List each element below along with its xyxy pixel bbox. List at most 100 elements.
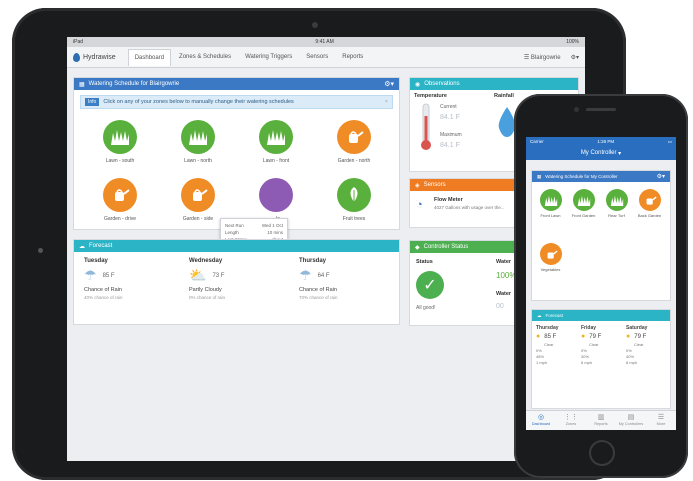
iphone-home-button[interactable]: [589, 440, 615, 466]
popup-key: Next Run: [225, 223, 244, 228]
controller-title-bar[interactable]: My Controller ▾: [526, 146, 676, 160]
iphone-statusbar: Carrier 1:26 PM ▭: [526, 137, 676, 146]
iphone-forecast-panel: ☁ Forecast Thursday ● 85 F Clear 0% 48% …: [531, 309, 671, 409]
forecast-header: ☁ Forecast: [74, 240, 399, 252]
info-alert: Info Click on any of your zones below to…: [80, 95, 393, 109]
grass-icon: [259, 120, 293, 154]
iphone-zone-tile[interactable]: Front Lawn: [537, 189, 564, 218]
status-device: iPad: [73, 39, 84, 45]
popup-row: Length 10 mins: [225, 229, 283, 236]
cloud-icon: ☁: [537, 312, 542, 318]
zone-label: Garden - north: [337, 158, 371, 164]
nav-watering-triggers[interactable]: Watering Triggers: [239, 49, 298, 65]
iphone-forecast-day-name: Friday: [581, 325, 597, 331]
nav-reports[interactable]: Reports: [336, 49, 369, 65]
iphone-zone-tile[interactable]: Vegetables: [537, 243, 564, 272]
carrier: Carrier: [530, 139, 544, 144]
zone-tile[interactable]: Garden - north: [324, 120, 384, 164]
zone-tile[interactable]: Lawn - front: [246, 120, 306, 164]
iphone-speaker: [586, 108, 616, 111]
status-label: Status: [416, 259, 433, 265]
iphone-schedule-title: Watering Schedule for My Controller: [545, 174, 618, 179]
rain-cloud-icon: ☂: [299, 267, 312, 283]
tab-my-controllers[interactable]: ▤ My Controllers: [616, 411, 646, 430]
tab-label: Dashboard: [531, 422, 551, 426]
iphone-zone-tile[interactable]: Front Garden: [570, 189, 597, 218]
schedule-header: ▦ Watering Schedule for Blairgowrie ⚙▾: [74, 78, 399, 90]
tab-reports[interactable]: ▥ Reports: [586, 411, 616, 430]
ipad-side-sensor: [38, 248, 43, 253]
maximum-value: 84.1 F: [440, 142, 460, 149]
tab-label: Reports: [594, 422, 608, 426]
watering-can-icon: [539, 243, 562, 265]
watering-can-icon: [638, 189, 661, 211]
grass-icon: [539, 189, 562, 211]
sun-icon: ●: [626, 333, 631, 340]
status-time: 9:41 AM: [315, 39, 334, 45]
controller-selector[interactable]: ☰ Blairgowrie: [524, 54, 561, 61]
status-value: All good!: [416, 305, 436, 311]
gauge-icon: ◔: [416, 199, 423, 211]
observations-header: ◉ Observations: [410, 78, 578, 90]
zone-tile[interactable]: Garden - drive: [90, 178, 150, 222]
forecast-day: Thursday ☂ 64 F Chance of Rain 70% chanc…: [299, 258, 338, 300]
status-title: Controller Status: [423, 244, 469, 250]
zone-label: Garden - side: [182, 216, 214, 222]
list-icon: ☰: [523, 54, 531, 61]
settings-gear-icon[interactable]: ⚙▾: [571, 54, 579, 61]
zone-tile[interactable]: ...ls: [246, 178, 306, 222]
sensors-title: Sensors: [423, 182, 446, 188]
tab-dashboard[interactable]: ◎ Dashboard: [526, 411, 556, 430]
watering-schedule-panel: ▦ Watering Schedule for Blairgowrie ⚙▾ I…: [73, 77, 400, 270]
tab-more[interactable]: ☰ More: [646, 411, 676, 430]
iphone-device: Carrier 1:26 PM ▭ My Controller ▾ ▦ Wate…: [514, 94, 688, 478]
zone-label: Lawn - north: [184, 158, 212, 164]
iphone-zone-label: Front Garden: [571, 213, 596, 218]
caret-down-icon: ▾: [618, 150, 622, 157]
schedule-gear-icon[interactable]: ⚙▾: [384, 80, 394, 88]
iphone-zone-label: Back Garden: [637, 213, 662, 218]
popup-value: 10 mins: [267, 230, 283, 235]
iphone-forecast-header: ☁ Forecast: [532, 310, 670, 321]
leaf-icon: [337, 178, 371, 212]
zones-icon: ⋮⋮: [564, 414, 578, 421]
iphone-zone-tile[interactable]: Back Garden: [636, 189, 663, 218]
iphone-time: 1:26 PM: [597, 139, 615, 144]
schedule-title: Watering Schedule for Blairgowrie: [88, 81, 180, 87]
iphone-temp-row: ● 79 F: [581, 333, 621, 340]
zone-tile[interactable]: Lawn - south: [90, 120, 150, 164]
close-icon[interactable]: ×: [385, 99, 388, 105]
sensor-name: Flow Meter: [434, 197, 463, 203]
iphone-camera: [574, 107, 579, 112]
zone-tile[interactable]: Garden - side: [168, 178, 228, 222]
zone-tile[interactable]: Fruit trees: [324, 178, 384, 222]
iphone-screen: Carrier 1:26 PM ▭ My Controller ▾ ▦ Wate…: [526, 137, 676, 430]
ipad-statusbar: iPad 9:41 AM 100%: [67, 37, 585, 47]
water-drop-logo-icon: [73, 52, 80, 62]
iphone-gear-icon[interactable]: ⚙▾: [657, 173, 665, 180]
zone-tile[interactable]: Lawn - north: [168, 120, 228, 164]
watering-can-icon: [259, 178, 293, 212]
nav-zones-schedules[interactable]: Zones & Schedules: [173, 49, 237, 65]
forecast-day-name: Wednesday: [189, 258, 223, 264]
forecast-sub: 70% chance of rain: [299, 295, 338, 300]
controller-name: Blairgowrie: [530, 54, 561, 61]
iphone-forecast-line: 8 mph: [626, 360, 638, 365]
grass-icon: [181, 120, 215, 154]
iphone-zone-tile[interactable]: Rear Turf: [603, 189, 630, 218]
forecast-day: Tuesday ☂ 85 F Chance of Rain 40% chance…: [84, 258, 123, 300]
forecast-day-name: Thursday: [299, 258, 327, 264]
iphone-schedule-panel: ▦ Watering Schedule for My Controller ⚙▾…: [531, 170, 671, 301]
iphone-zone-label: Rear Turf: [608, 213, 625, 218]
nav-sensors[interactable]: Sensors: [300, 49, 334, 65]
brand[interactable]: Hydrawise: [73, 52, 116, 62]
controllers-icon: ▤: [627, 414, 635, 421]
iphone-temp-row: ● 85 F: [536, 333, 576, 340]
tab-zones[interactable]: ⋮⋮ Zones: [556, 411, 586, 430]
nav-dashboard[interactable]: Dashboard: [127, 48, 172, 66]
forecast-sub: 40% chance of rain: [84, 295, 123, 300]
zone-label: Fruit trees: [342, 216, 366, 222]
info-tag: Info: [85, 98, 100, 106]
forecast-temp: 73 F: [212, 272, 225, 279]
maximum-label: Maximum: [440, 132, 462, 138]
